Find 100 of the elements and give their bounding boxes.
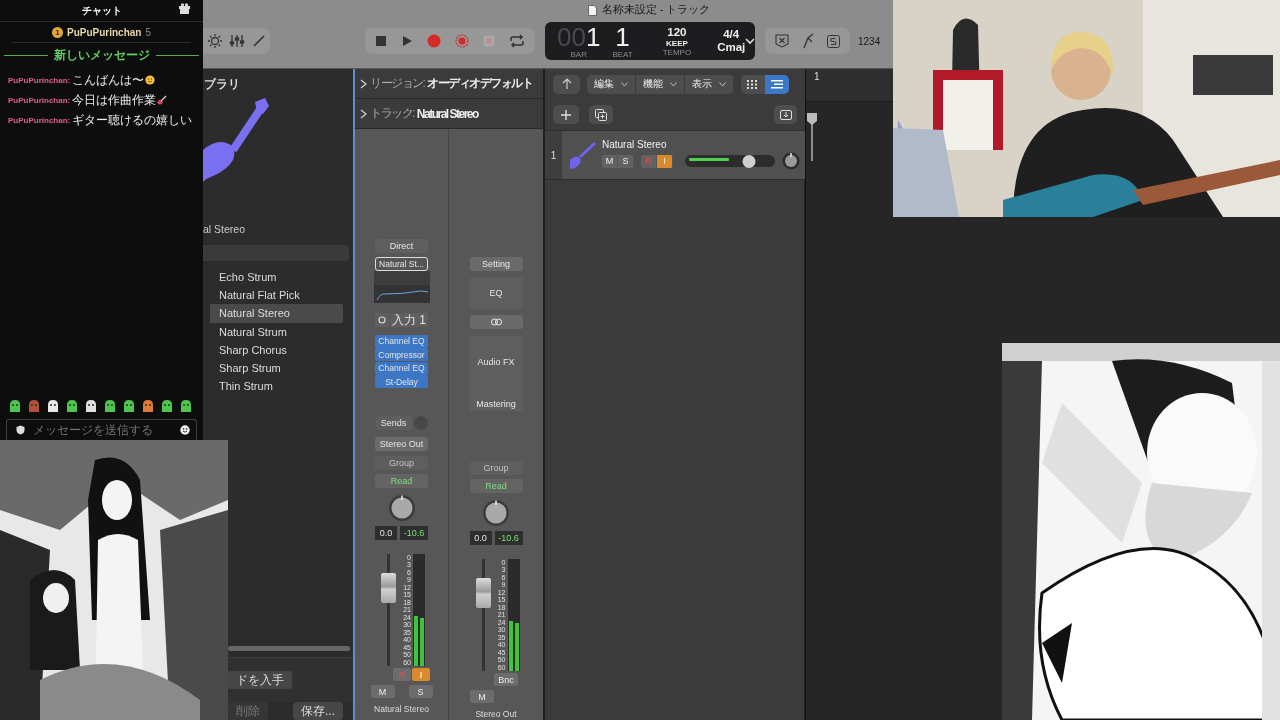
mute-button[interactable]: M bbox=[602, 154, 618, 168]
solo-icon[interactable] bbox=[827, 34, 840, 48]
catch-button[interactable] bbox=[774, 105, 797, 124]
chevron-right-icon[interactable] bbox=[360, 78, 367, 89]
mute-button[interactable]: M bbox=[370, 685, 395, 698]
patch-item[interactable]: Thin Strum bbox=[203, 377, 343, 396]
back-button[interactable] bbox=[553, 74, 580, 94]
plugin-slot[interactable]: Compressor bbox=[375, 348, 428, 361]
playhead-icon[interactable] bbox=[807, 113, 817, 161]
emote-icon[interactable] bbox=[65, 399, 79, 413]
fader-cap[interactable] bbox=[475, 577, 491, 608]
patch-item[interactable]: Natural Strum bbox=[203, 322, 343, 341]
emote-icon[interactable] bbox=[103, 399, 117, 413]
track-header[interactable]: 1 Natural Stereo M S R I bbox=[545, 130, 805, 180]
chevron-right-icon[interactable] bbox=[360, 108, 367, 119]
grid-icon bbox=[747, 79, 759, 89]
inspector-value: Natural Stereo bbox=[416, 106, 478, 121]
emote-icon[interactable] bbox=[122, 399, 136, 413]
solo-button[interactable]: S bbox=[618, 154, 634, 168]
patch-item[interactable]: Natural Flat Pick bbox=[203, 286, 343, 305]
beat-value: 1 bbox=[615, 23, 630, 50]
menu-button[interactable]: 編集 bbox=[587, 74, 636, 94]
emoji-icon[interactable] bbox=[180, 425, 190, 435]
patch-item[interactable]: Natural Stereo bbox=[210, 304, 343, 323]
mute-button[interactable]: M bbox=[470, 690, 494, 703]
menu-label: 機能 bbox=[643, 77, 663, 91]
patch-item[interactable]: Echo Strum bbox=[203, 268, 343, 287]
input-format-icon[interactable] bbox=[375, 313, 389, 327]
bounce-button[interactable]: Bnc bbox=[494, 673, 518, 686]
slider-thumb[interactable] bbox=[742, 154, 756, 168]
chat-username: PuPuPurinchan: bbox=[8, 95, 71, 105]
monitoring-mode-button[interactable]: Direct bbox=[375, 239, 428, 253]
pan-knob[interactable] bbox=[782, 152, 800, 170]
download-icon bbox=[779, 109, 792, 120]
guitar-icon bbox=[568, 140, 598, 170]
input-button[interactable]: 入力 1 bbox=[390, 313, 428, 327]
setting-button[interactable]: Natural St... bbox=[375, 257, 428, 271]
group-button[interactable]: Group bbox=[375, 456, 428, 470]
automation-mode-button[interactable]: Read bbox=[469, 479, 523, 493]
emote-icon[interactable] bbox=[179, 399, 193, 413]
group-button[interactable]: Group bbox=[469, 461, 523, 475]
fader-cap[interactable] bbox=[381, 572, 396, 603]
output-button[interactable]: Stereo Out bbox=[375, 437, 428, 451]
plugin-slot[interactable]: St-Delay bbox=[375, 375, 428, 388]
tempo-label: TEMPO bbox=[662, 47, 692, 57]
add-track-button[interactable] bbox=[553, 105, 579, 124]
list-view-button[interactable] bbox=[765, 74, 789, 94]
search-field[interactable] bbox=[203, 245, 349, 261]
emote-icon[interactable] bbox=[84, 399, 98, 413]
duplicate-track-button[interactable] bbox=[589, 105, 613, 124]
plugin-slot[interactable]: Channel EQ bbox=[375, 334, 428, 348]
gift-icon[interactable] bbox=[179, 3, 190, 14]
plugin-slot[interactable]: Channel EQ bbox=[375, 361, 428, 375]
smiley-icon bbox=[145, 75, 156, 85]
menu-label: 編集 bbox=[594, 77, 614, 91]
peak-value: -10.6 bbox=[494, 531, 523, 545]
volume-fader[interactable] bbox=[378, 554, 398, 666]
stop-icon[interactable] bbox=[375, 35, 387, 47]
solo-button[interactable]: S bbox=[408, 685, 433, 698]
volume-slider[interactable] bbox=[685, 155, 775, 167]
inspector-value: オーディオデフォルト bbox=[427, 75, 533, 92]
guitar-icon bbox=[157, 95, 168, 105]
emote-icon[interactable] bbox=[141, 399, 155, 413]
plus-icon bbox=[561, 109, 571, 120]
menu-button[interactable]: 表示 bbox=[685, 74, 734, 94]
automation-mode-button[interactable]: Read bbox=[375, 474, 428, 488]
stereo-link-icon[interactable] bbox=[469, 315, 523, 329]
menu-button[interactable]: 機能 bbox=[636, 74, 685, 94]
cycle-icon[interactable] bbox=[509, 34, 525, 48]
get-sounds-button[interactable]: ドを入手 bbox=[228, 671, 292, 689]
patch-item[interactable]: Sharp Strum bbox=[203, 358, 343, 378]
leader-name: PuPuPurinchan bbox=[67, 26, 142, 38]
eq-slot[interactable]: EQ bbox=[469, 277, 523, 309]
message-input[interactable]: メッセージを送信する bbox=[6, 419, 197, 440]
shield-icon[interactable] bbox=[16, 425, 25, 435]
play-icon[interactable] bbox=[401, 35, 413, 47]
counter-display: 1234 bbox=[858, 35, 881, 47]
pan-value: 0.0 bbox=[375, 526, 397, 540]
emote-icon[interactable] bbox=[8, 399, 22, 413]
mixer-icon[interactable] bbox=[229, 33, 245, 49]
pan-value: 0.0 bbox=[469, 531, 492, 545]
pan-knob[interactable] bbox=[482, 499, 510, 527]
shield-x-icon[interactable] bbox=[775, 34, 789, 48]
chevron-down-icon[interactable] bbox=[745, 37, 756, 45]
mastering-slot[interactable]: Mastering bbox=[476, 399, 516, 409]
pan-knob[interactable] bbox=[387, 494, 416, 522]
input-monitor-button[interactable]: I bbox=[412, 668, 430, 681]
track-name: Natural Stereo bbox=[602, 139, 668, 150]
pencil-icon[interactable] bbox=[251, 33, 267, 49]
save-button[interactable]: 保存... bbox=[293, 702, 343, 720]
emote-icon[interactable] bbox=[46, 399, 60, 413]
chat-username: PuPuPurinchan: bbox=[8, 75, 71, 85]
grid-view-button[interactable] bbox=[741, 74, 765, 94]
patch-item[interactable]: Sharp Chorus bbox=[203, 340, 343, 359]
setting-button[interactable]: Setting bbox=[469, 257, 523, 271]
message-field[interactable]: メッセージを送信する bbox=[33, 422, 172, 438]
eq-thumbnail[interactable] bbox=[373, 271, 430, 303]
emote-icon[interactable] bbox=[160, 399, 174, 413]
brightness-icon[interactable] bbox=[207, 33, 223, 49]
inspector-label: トラック: bbox=[370, 105, 414, 122]
